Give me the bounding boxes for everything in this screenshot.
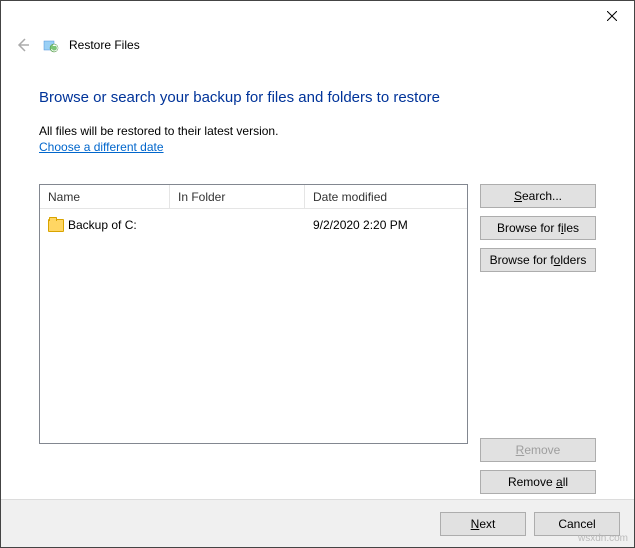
browse-folders-button[interactable]: Browse for folders xyxy=(480,248,596,272)
folder-icon xyxy=(48,219,64,232)
remove-button: Remove xyxy=(480,438,596,462)
next-button[interactable]: Next xyxy=(440,512,526,536)
column-header-name[interactable]: Name xyxy=(40,185,170,208)
column-header-date[interactable]: Date modified xyxy=(305,185,467,208)
page-heading: Browse or search your backup for files a… xyxy=(39,89,596,106)
remove-all-button[interactable]: Remove all xyxy=(480,470,596,494)
app-icon xyxy=(43,37,59,53)
close-button[interactable] xyxy=(590,1,634,31)
subtext: All files will be restored to their late… xyxy=(39,124,596,138)
list-item[interactable]: Backup of C: 9/2/2020 2:20 PM xyxy=(40,213,467,237)
watermark: wsxdn.com xyxy=(578,533,628,544)
back-arrow-icon xyxy=(15,37,31,53)
choose-date-link[interactable]: Choose a different date xyxy=(39,140,164,154)
app-title: Restore Files xyxy=(69,38,140,52)
close-icon xyxy=(607,11,617,21)
search-button[interactable]: Search... xyxy=(480,184,596,208)
back-button[interactable] xyxy=(13,37,33,53)
browse-files-button[interactable]: Browse for files xyxy=(480,216,596,240)
footer: Next Cancel xyxy=(1,499,634,547)
item-date: 9/2/2020 2:20 PM xyxy=(305,218,467,232)
titlebar xyxy=(1,1,634,31)
listview-header: Name In Folder Date modified xyxy=(40,185,467,209)
header-row: Restore Files xyxy=(1,31,634,59)
cancel-button[interactable]: Cancel xyxy=(534,512,620,536)
spacer xyxy=(480,280,596,430)
item-name: Backup of C: xyxy=(68,218,137,232)
file-listview[interactable]: Name In Folder Date modified Backup of C… xyxy=(39,184,468,444)
column-header-folder[interactable]: In Folder xyxy=(170,185,305,208)
body-row: Name In Folder Date modified Backup of C… xyxy=(39,184,596,494)
content-area: Browse or search your backup for files a… xyxy=(1,59,634,494)
side-buttons: Search... Browse for files Browse for fo… xyxy=(480,184,596,494)
